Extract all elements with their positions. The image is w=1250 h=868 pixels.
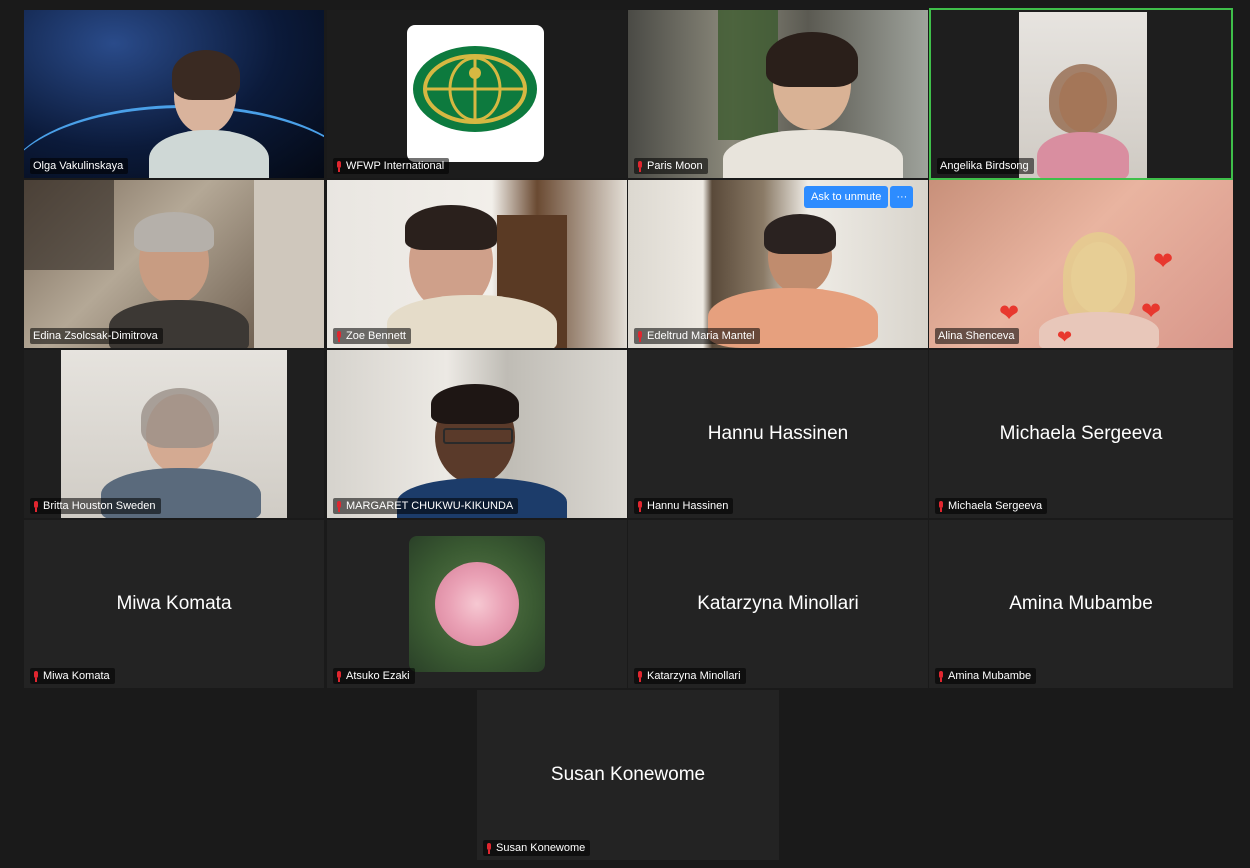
participant-name-label: Amina Mubambe bbox=[935, 668, 1037, 684]
video-feed bbox=[61, 350, 287, 518]
participant-name: Olga Vakulinskaya bbox=[33, 160, 124, 172]
mic-muted-icon bbox=[637, 160, 643, 172]
participant-display-name: Susan Konewome bbox=[550, 764, 706, 785]
participant-name-label: Atsuko Ezaki bbox=[333, 668, 415, 684]
participant-tile-active-speaker[interactable]: Angelika Birdsong bbox=[929, 8, 1233, 180]
organization-logo bbox=[407, 25, 544, 162]
video-feed: ❤ ❤ ❤ ❤ bbox=[929, 180, 1233, 348]
participant-name: MARGARET CHUKWU-KIKUNDA bbox=[346, 500, 514, 512]
participant-name-label: Alina Shenceva bbox=[935, 328, 1020, 344]
participant-tile[interactable]: MARGARET CHUKWU-KIKUNDA bbox=[327, 350, 627, 518]
mic-muted-icon bbox=[33, 670, 39, 682]
video-feed bbox=[24, 180, 324, 348]
participant-name-label: Michaela Sergeeva bbox=[935, 498, 1048, 514]
participant-name-label: Edeltrud Maria Mantel bbox=[634, 328, 760, 344]
mic-muted-icon bbox=[336, 670, 342, 682]
participant-name-label: Susan Konewome bbox=[483, 840, 591, 856]
participant-name-label: Angelika Birdsong bbox=[937, 158, 1034, 174]
participant-display-name: Michaela Sergeeva bbox=[999, 423, 1163, 444]
participant-name-label: Zoe Bennett bbox=[333, 328, 411, 344]
participant-tile[interactable]: Edina Zsolcsak-Dimitrova bbox=[24, 180, 324, 348]
participant-tile[interactable]: Amina Mubambe Amina Mubambe bbox=[929, 520, 1233, 688]
participant-name-label: WFWP International bbox=[333, 158, 450, 174]
participant-name-label: MARGARET CHUKWU-KIKUNDA bbox=[333, 498, 519, 514]
participant-tile[interactable]: Atsuko Ezaki bbox=[327, 520, 627, 688]
participant-name-label: Hannu Hassinen bbox=[634, 498, 734, 514]
participant-name-label: Miwa Komata bbox=[30, 668, 115, 684]
heart-icon: ❤ bbox=[1153, 248, 1174, 275]
participant-tile[interactable]: Michaela Sergeeva Michaela Sergeeva bbox=[929, 350, 1233, 518]
participant-name-label: Paris Moon bbox=[634, 158, 708, 174]
participant-name: Katarzyna Minollari bbox=[647, 670, 741, 682]
participant-name: Miwa Komata bbox=[43, 670, 110, 682]
mic-muted-icon bbox=[336, 500, 342, 512]
participant-tile[interactable]: Susan Konewome Susan Konewome bbox=[477, 690, 779, 860]
heart-icon: ❤ bbox=[1141, 298, 1162, 325]
heart-icon: ❤ bbox=[1057, 327, 1073, 347]
video-feed bbox=[327, 180, 627, 348]
participant-name: Edina Zsolcsak-Dimitrova bbox=[33, 330, 158, 342]
participant-display-name: Katarzyna Minollari bbox=[697, 593, 859, 614]
mic-muted-icon bbox=[637, 500, 643, 512]
participant-name: Alina Shenceva bbox=[938, 330, 1015, 342]
ask-to-unmute-button[interactable]: Ask to unmute bbox=[804, 186, 889, 208]
video-feed bbox=[931, 10, 1231, 178]
mic-muted-icon bbox=[33, 500, 39, 512]
profile-picture bbox=[409, 536, 545, 672]
participant-name: Paris Moon bbox=[647, 160, 703, 172]
participant-tile[interactable]: Zoe Bennett bbox=[327, 180, 627, 348]
participant-tile[interactable]: Hannu Hassinen Hannu Hassinen bbox=[628, 350, 928, 518]
participant-tile[interactable]: Katarzyna Minollari Katarzyna Minollari bbox=[628, 520, 928, 688]
gallery-grid: Olga Vakulinskaya WFWP International Par… bbox=[0, 0, 1250, 868]
participant-name: Edeltrud Maria Mantel bbox=[647, 330, 755, 342]
participant-name: Angelika Birdsong bbox=[940, 160, 1029, 172]
participant-name: Amina Mubambe bbox=[948, 670, 1032, 682]
participant-tile[interactable]: Paris Moon bbox=[628, 10, 928, 178]
participant-name: Britta Houston Sweden bbox=[43, 500, 156, 512]
participant-tile[interactable]: Ask to unmute ··· Edeltrud Maria Mantel bbox=[628, 180, 928, 348]
participant-tile[interactable]: WFWP International bbox=[327, 10, 627, 178]
participant-name: Zoe Bennett bbox=[346, 330, 406, 342]
mic-muted-icon bbox=[637, 670, 643, 682]
mic-muted-icon bbox=[637, 330, 643, 342]
participant-display-name: Hannu Hassinen bbox=[707, 423, 849, 444]
video-feed bbox=[628, 10, 928, 178]
more-options-button[interactable]: ··· bbox=[890, 186, 914, 208]
participant-display-name: Miwa Komata bbox=[116, 593, 232, 614]
participant-name: Michaela Sergeeva bbox=[948, 500, 1043, 512]
video-feed bbox=[24, 10, 324, 178]
video-feed bbox=[327, 350, 627, 518]
participant-name: Hannu Hassinen bbox=[647, 500, 729, 512]
participant-tile[interactable]: Britta Houston Sweden bbox=[24, 350, 324, 518]
participant-tile[interactable]: Miwa Komata Miwa Komata bbox=[24, 520, 324, 688]
mic-muted-icon bbox=[486, 842, 492, 854]
mic-muted-icon bbox=[938, 670, 944, 682]
participant-name-label: Katarzyna Minollari bbox=[634, 668, 746, 684]
participant-name-label: Olga Vakulinskaya bbox=[30, 158, 129, 174]
heart-icon: ❤ bbox=[999, 300, 1020, 327]
participant-name: Atsuko Ezaki bbox=[346, 670, 410, 682]
mic-muted-icon bbox=[336, 330, 342, 342]
participant-tile[interactable]: Olga Vakulinskaya bbox=[24, 10, 324, 178]
participant-name-label: Edina Zsolcsak-Dimitrova bbox=[30, 328, 163, 344]
mic-muted-icon bbox=[938, 500, 944, 512]
participant-tile[interactable]: ❤ ❤ ❤ ❤ Alina Shenceva bbox=[929, 180, 1233, 348]
mic-muted-icon bbox=[336, 160, 342, 172]
participant-name: Susan Konewome bbox=[496, 842, 586, 854]
participant-name-label: Britta Houston Sweden bbox=[30, 498, 161, 514]
ask-to-unmute-group: Ask to unmute ··· bbox=[804, 186, 914, 208]
participant-name: WFWP International bbox=[346, 160, 445, 172]
participant-display-name: Amina Mubambe bbox=[1009, 593, 1153, 614]
